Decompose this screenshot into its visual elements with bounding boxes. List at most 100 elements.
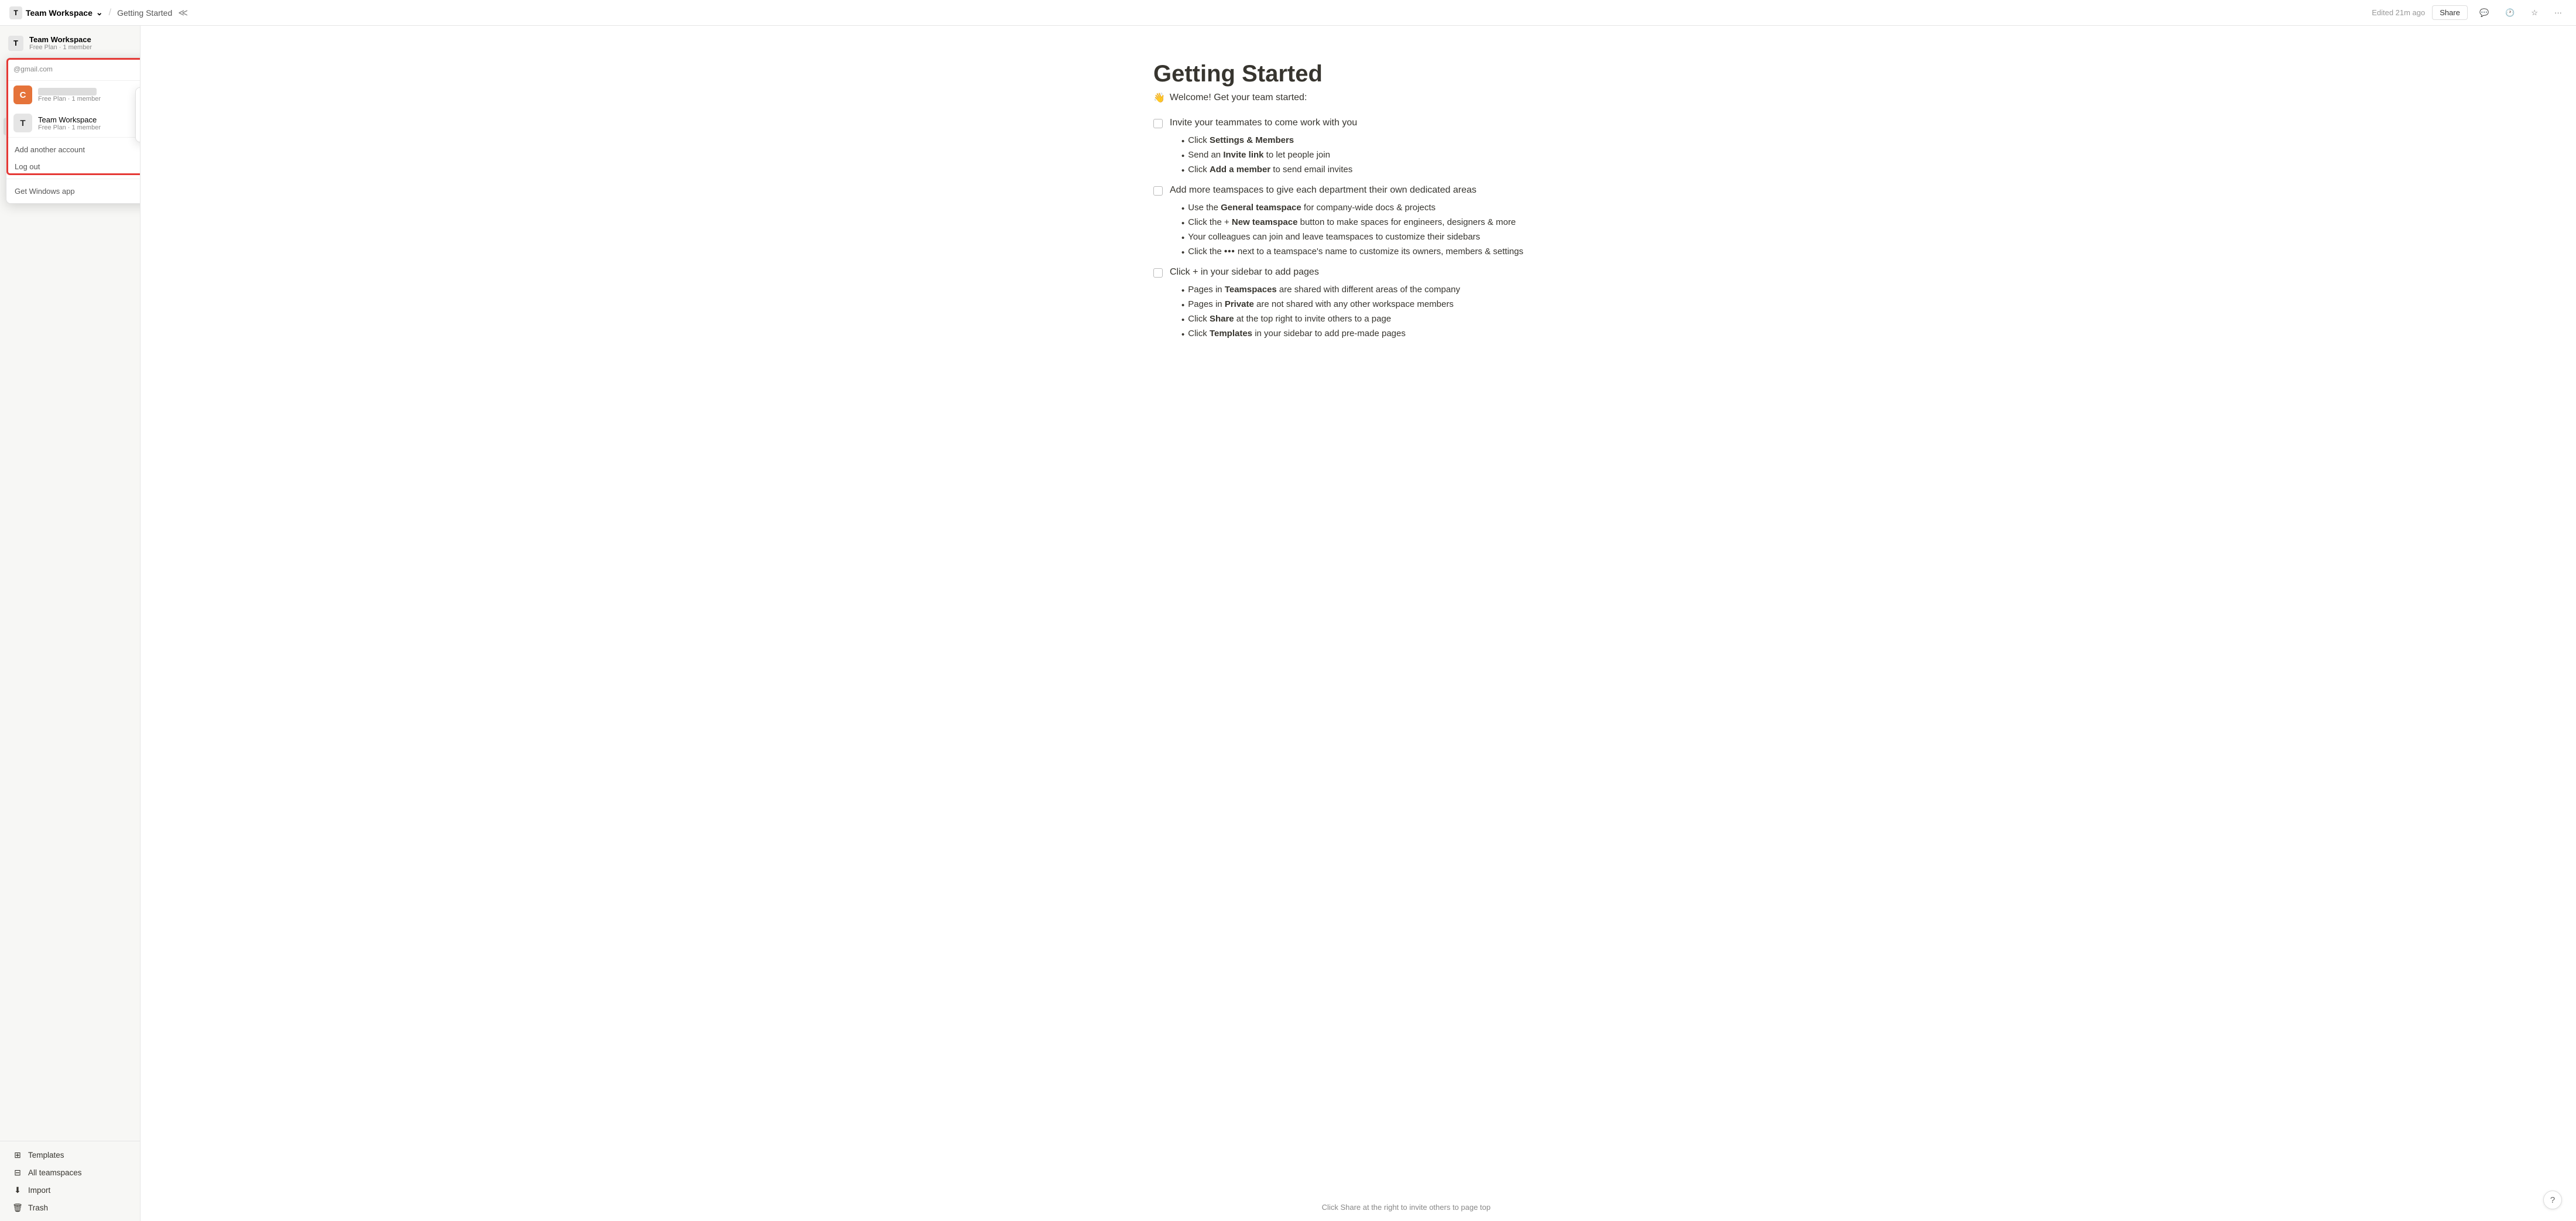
account-email: @gmail.com (13, 63, 53, 76)
bullet-item: • Use the General teamspace for company-… (1181, 203, 1563, 214)
bullet-text: Click Add a member to send email invites (1188, 165, 1352, 175)
sidebar-item-label: Import (28, 1186, 128, 1195)
bullet-item: • Click Share at the top right to invite… (1181, 314, 1563, 325)
bullet-dot: • (1181, 233, 1184, 243)
bullet-text: Your colleagues can join and leave teams… (1188, 232, 1480, 242)
topbar-left: T Team Workspace ⌄ / Getting Started ≪ (9, 6, 188, 19)
templates-icon: ⊞ (12, 1149, 23, 1161)
bullet-dot: • (1181, 248, 1184, 258)
bullet-dot: • (1181, 136, 1184, 146)
bullet-dot: • (1181, 315, 1184, 325)
account-plan-t: Free Plan · 1 member (38, 124, 141, 131)
main-content: Getting Started 👋 Welcome! Get your team… (1107, 26, 1610, 1221)
chevron-down-icon: ⌄ (96, 8, 103, 18)
bullet-dot: • (1181, 204, 1184, 214)
logout-button[interactable]: Log out (6, 158, 141, 175)
bullet-item: • Click Settings & Members (1181, 135, 1563, 146)
sidebar-item-label: Templates (28, 1151, 128, 1160)
history-icon[interactable]: 🕐 (2500, 6, 2519, 20)
workspace-icon: T (9, 6, 22, 19)
workspace-name[interactable]: T Team Workspace ⌄ (9, 6, 103, 19)
workspace-info-sub: Free Plan · 1 member (29, 44, 132, 51)
sidebar-item-import[interactable]: ⬇ Import (4, 1181, 136, 1199)
sidebar-item-label: All teamspaces (28, 1168, 128, 1177)
breadcrumb-page-title: Getting Started (117, 8, 172, 18)
account-avatar-t: T (13, 114, 32, 132)
checklist-item-2: Add more teamspaces to give each departm… (1153, 185, 1563, 196)
subtitle-emoji: 👋 (1153, 92, 1165, 104)
bullet-text: Pages in Private are not shared with any… (1188, 299, 1454, 309)
bullet-item: • Your colleagues can join and leave tea… (1181, 232, 1563, 243)
breadcrumb-separator: / (109, 8, 111, 18)
add-another-account-button[interactable]: Add another account (6, 141, 141, 158)
workspace-avatar: T (8, 36, 23, 51)
trash-icon: 🗑 (12, 1202, 23, 1213)
main-layout: T Team Workspace Free Plan · 1 member › … (0, 26, 2576, 1221)
bullet-text: Use the General teamspace for company-wi… (1188, 203, 1436, 213)
bullet-text: Send an Invite link to let people join (1188, 150, 1330, 160)
checkbox-1[interactable] (1153, 119, 1163, 128)
get-windows-app-button[interactable]: Get Windows app (6, 183, 141, 200)
help-button[interactable]: ? (2543, 1191, 2562, 1209)
bullet-dot: • (1181, 330, 1184, 340)
bullet-dot: • (1181, 166, 1184, 176)
account-row-c[interactable]: C Free Plan · 1 member (6, 81, 141, 109)
share-button[interactable]: Share (2432, 5, 2468, 20)
bullet-dot: • (1181, 300, 1184, 310)
subtitle-text: Welcome! Get your team started: (1170, 93, 1307, 103)
workspace-info: Team Workspace Free Plan · 1 member (29, 35, 132, 51)
checkbox-3[interactable] (1153, 268, 1163, 278)
page-title: Getting Started (1153, 61, 1563, 87)
checklist-text-2: Add more teamspaces to give each departm… (1170, 185, 1477, 196)
checklist-text-3: Click + in your sidebar to add pages (1170, 267, 1319, 278)
bullet-dot: • (1181, 151, 1184, 161)
checklist-text-1: Invite your teammates to come work with … (1170, 118, 1357, 128)
red-arrow-indicator (138, 86, 141, 105)
popup-extra-actions: Get Windows app (6, 179, 141, 203)
popup-actions: Add another account Log out (6, 137, 141, 179)
teamspaces-icon: ⊟ (12, 1167, 23, 1178)
sidebar-top: T Team Workspace Free Plan · 1 member (0, 26, 140, 60)
collapse-sidebar-icon[interactable]: ≪ (178, 7, 188, 19)
checkbox-2[interactable] (1153, 186, 1163, 196)
account-info-c: Free Plan · 1 member (38, 88, 141, 102)
bullet-item: • Click the + New teamspace button to ma… (1181, 217, 1563, 228)
bullet-text: Click Templates in your sidebar to add p… (1188, 329, 1406, 338)
sidebar-item-templates[interactable]: ⊞ Templates (4, 1146, 136, 1164)
edited-label: Edited 21m ago (2372, 8, 2425, 17)
bullet-item: • Pages in Private are not shared with a… (1181, 299, 1563, 310)
bullet-text: Click the + New teamspace button to make… (1188, 217, 1516, 227)
comment-icon[interactable]: 💬 (2475, 6, 2493, 20)
more-options-icon[interactable]: ··· (2550, 6, 2567, 19)
favorite-icon[interactable]: ☆ (2526, 6, 2543, 20)
bullet-text: Pages in Teamspaces are shared with diff… (1188, 285, 1460, 295)
page-subtitle: 👋 Welcome! Get your team started: (1153, 92, 1563, 104)
bullet-dot: • (1181, 286, 1184, 296)
logout-context-item[interactable]: ⊘ Log out (136, 118, 141, 139)
sidebar-bottom: ⊞ Templates ⊟ All teamspaces ⬇ Import 🗑 … (0, 1141, 140, 1221)
bullet-text: Click the ••• next to a teamspace's name… (1188, 247, 1523, 256)
checklist-item-3: Click + in your sidebar to add pages (1153, 267, 1563, 278)
bullet-item: • Click Add a member to send email invit… (1181, 165, 1563, 176)
bullet-item: • Send an Invite link to let people join (1181, 150, 1563, 161)
account-avatar-c: C (13, 85, 32, 104)
workspace-switcher[interactable]: T Team Workspace Free Plan · 1 member (0, 30, 140, 56)
bullet-dot: • (1181, 218, 1184, 228)
checklist-item-1: Invite your teammates to come work with … (1153, 118, 1563, 128)
sidebar: T Team Workspace Free Plan · 1 member › … (0, 26, 141, 1221)
bullet-text: Click Settings & Members (1188, 135, 1294, 145)
account-name-c (38, 88, 97, 95)
bullet-list-3: • Pages in Teamspaces are shared with di… (1181, 285, 1563, 340)
workspace-name-label: Team Workspace (26, 8, 93, 18)
bottom-tip: Click Share at the right to invite other… (1322, 1203, 1491, 1212)
bullet-text: Click Share at the top right to invite o… (1188, 314, 1391, 324)
bullet-item: • Click the ••• next to a teamspace's na… (1181, 247, 1563, 258)
account-row-t[interactable]: T Team Workspace Free Plan · 1 member ✓ (6, 109, 141, 137)
account-plan-c: Free Plan · 1 member (38, 95, 141, 102)
sidebar-item-label: Trash (28, 1203, 128, 1212)
bullet-item: • Pages in Teamspaces are shared with di… (1181, 285, 1563, 296)
workspace-info-name: Team Workspace (29, 35, 132, 44)
sidebar-item-all-teamspaces[interactable]: ⊟ All teamspaces (4, 1164, 136, 1181)
sidebar-item-trash[interactable]: 🗑 Trash (4, 1199, 136, 1216)
bullet-list-2: • Use the General teamspace for company-… (1181, 203, 1563, 258)
